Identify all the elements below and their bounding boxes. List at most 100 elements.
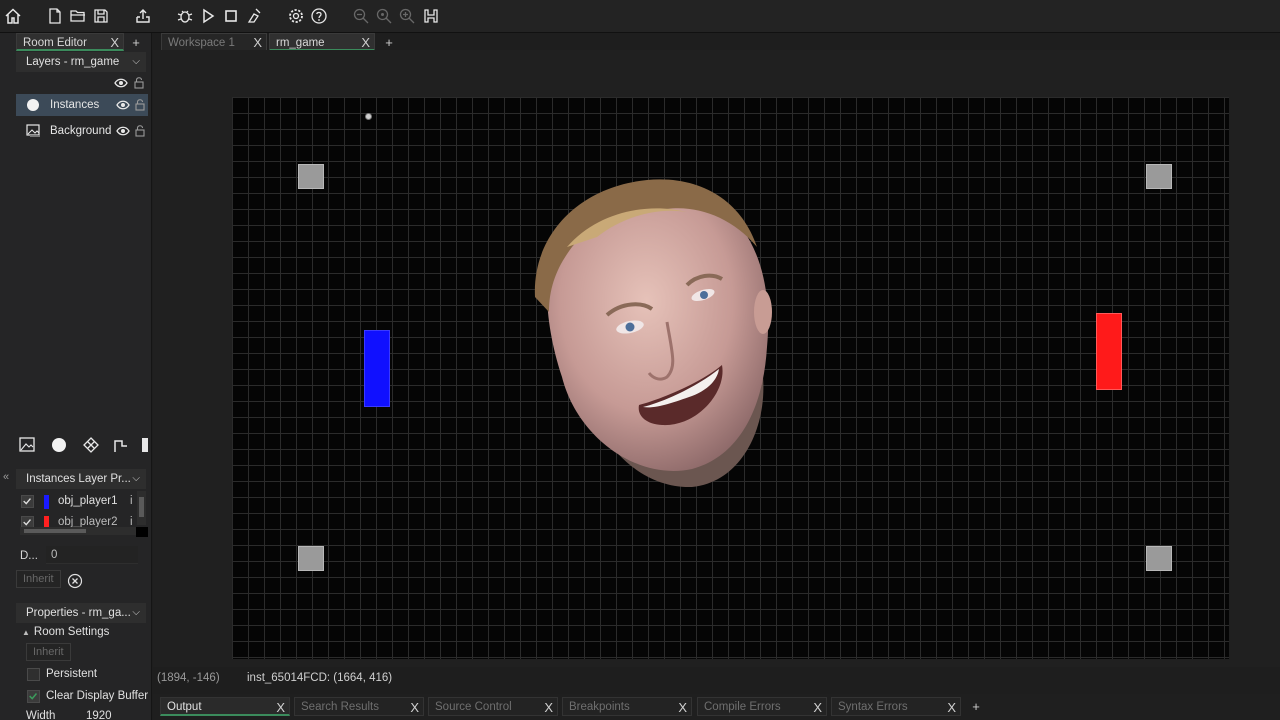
depth-value: 0 [51,549,58,561]
instance-layer-icon [27,99,39,111]
clear-inherit-icon[interactable] [67,573,83,589]
zoom-in-icon[interactable] [396,5,418,27]
instance-origin-marker[interactable] [365,113,372,120]
chevron-down-icon[interactable]: ⌵ [132,469,140,489]
tab-label: Output [167,701,202,713]
tab-workspace-1[interactable]: Workspace 1 X [161,33,267,51]
add-instance-layer-icon[interactable] [50,436,68,454]
close-icon[interactable]: X [110,34,119,52]
vertical-scrollbar[interactable] [137,491,146,525]
layer-row-background[interactable]: Background [16,120,148,142]
status-bar: (1894, -146) inst_65014FCD: (1664, 416) [153,668,1280,688]
export-icon[interactable] [132,5,154,27]
inherit-layer-button[interactable]: Inherit [16,570,61,588]
room-editor-panel: Room Editor X + Layers - rm_game ⌵ Insta… [0,33,152,720]
chevron-down-icon[interactable]: ⌵ [132,603,140,623]
tab-search-results[interactable]: Search Results X [294,697,424,716]
instance-row[interactable]: obj_player1 i [16,491,148,513]
lock-icon[interactable] [135,124,145,137]
eye-icon[interactable] [114,77,128,89]
add-path-layer-icon[interactable] [112,436,130,454]
tab-label: Room Editor [23,37,87,49]
stop-icon[interactable] [220,5,242,27]
add-tab-button[interactable]: + [968,699,984,714]
lock-icon[interactable] [134,76,144,89]
instance-name: obj_player1 [58,495,118,507]
close-icon[interactable]: X [544,698,553,717]
wall-block-top-left[interactable] [298,164,324,189]
zoom-reset-icon[interactable] [373,5,395,27]
wall-block-top-right[interactable] [1146,164,1172,189]
clean-icon[interactable] [243,5,265,27]
room-canvas[interactable] [232,97,1229,659]
add-tile-layer-icon[interactable] [82,436,100,454]
close-icon[interactable]: X [947,698,956,717]
layer-row-instances[interactable]: Instances [16,94,148,116]
layer-label: Background [50,125,112,137]
settings-icon[interactable] [285,5,307,27]
inherit-room-button[interactable]: Inherit [26,643,71,661]
instance-checkbox[interactable] [21,495,34,508]
tab-label: rm_game [276,37,325,49]
properties-header[interactable]: Properties - rm_ga... ⌵ [16,603,146,623]
tab-breakpoints[interactable]: Breakpoints X [562,697,692,716]
clear-display-checkbox[interactable] [27,690,40,703]
tab-label: Source Control [435,701,512,713]
player2-paddle[interactable] [1096,313,1122,390]
width-value[interactable]: 1920 [86,710,112,720]
output-tabs: Output X Search Results X Source Control… [153,694,1280,720]
face-sprite[interactable] [527,177,777,495]
home-icon[interactable] [2,5,24,27]
add-tab-button[interactable]: + [128,35,144,50]
instances-layer-title: Instances Layer Pr... [26,473,131,485]
add-asset-layer-icon[interactable] [142,438,148,452]
close-icon[interactable]: X [276,698,285,717]
tab-output[interactable]: Output X [160,697,290,716]
open-folder-icon[interactable] [67,5,89,27]
close-icon[interactable]: X [410,698,419,717]
instance-row[interactable]: obj_player2 i [16,513,148,527]
tab-syntax-errors[interactable]: Syntax Errors X [831,697,961,716]
eye-icon[interactable] [116,99,130,111]
layers-title: Layers - rm_game [26,56,120,68]
instance-checkbox[interactable] [21,516,34,527]
layers-header[interactable]: Layers - rm_game ⌵ [16,52,146,72]
run-icon[interactable] [197,5,219,27]
tab-compile-errors[interactable]: Compile Errors X [697,697,827,716]
room-settings-label: Room Settings [33,626,110,638]
wall-block-bottom-left[interactable] [298,546,324,571]
add-background-layer-icon[interactable] [18,436,36,454]
tab-source-control[interactable]: Source Control X [428,697,558,716]
close-icon[interactable]: X [678,698,687,717]
instance-name: obj_player2 [58,516,118,527]
gamepad-icon[interactable] [420,5,442,27]
tab-label: Compile Errors [704,701,781,713]
zoom-out-icon[interactable] [350,5,372,27]
close-icon[interactable]: X [813,698,822,717]
horizontal-scrollbar[interactable] [20,527,136,535]
help-icon[interactable] [308,5,330,27]
instance-suffix: i [130,495,133,507]
room-settings-group[interactable]: ▲ Room Settings [22,626,109,638]
chevron-down-icon[interactable]: ⌵ [132,52,140,72]
depth-field[interactable]: 0 [46,546,138,564]
new-file-icon[interactable] [44,5,66,27]
width-label: Width [26,710,56,720]
save-icon[interactable] [90,5,112,27]
instances-layer-header[interactable]: Instances Layer Pr... ⌵ [16,469,146,489]
player1-paddle[interactable] [364,330,390,407]
eye-icon[interactable] [116,125,130,137]
wall-block-bottom-right[interactable] [1146,546,1172,571]
tab-room-editor[interactable]: Room Editor X [16,33,124,51]
debug-icon[interactable] [174,5,196,27]
add-tab-button[interactable]: + [381,35,397,50]
collapse-panel-button[interactable]: « [3,471,9,483]
expand-triangle-icon[interactable]: ▲ [22,628,30,637]
properties-title: Properties - rm_ga... [26,607,131,619]
tab-rm-game[interactable]: rm_game X [269,33,375,51]
tab-label: Syntax Errors [838,701,908,713]
lock-icon[interactable] [135,98,145,111]
depth-label: D... [20,550,38,562]
persistent-checkbox[interactable] [27,668,40,681]
main-toolbar [0,0,1280,33]
